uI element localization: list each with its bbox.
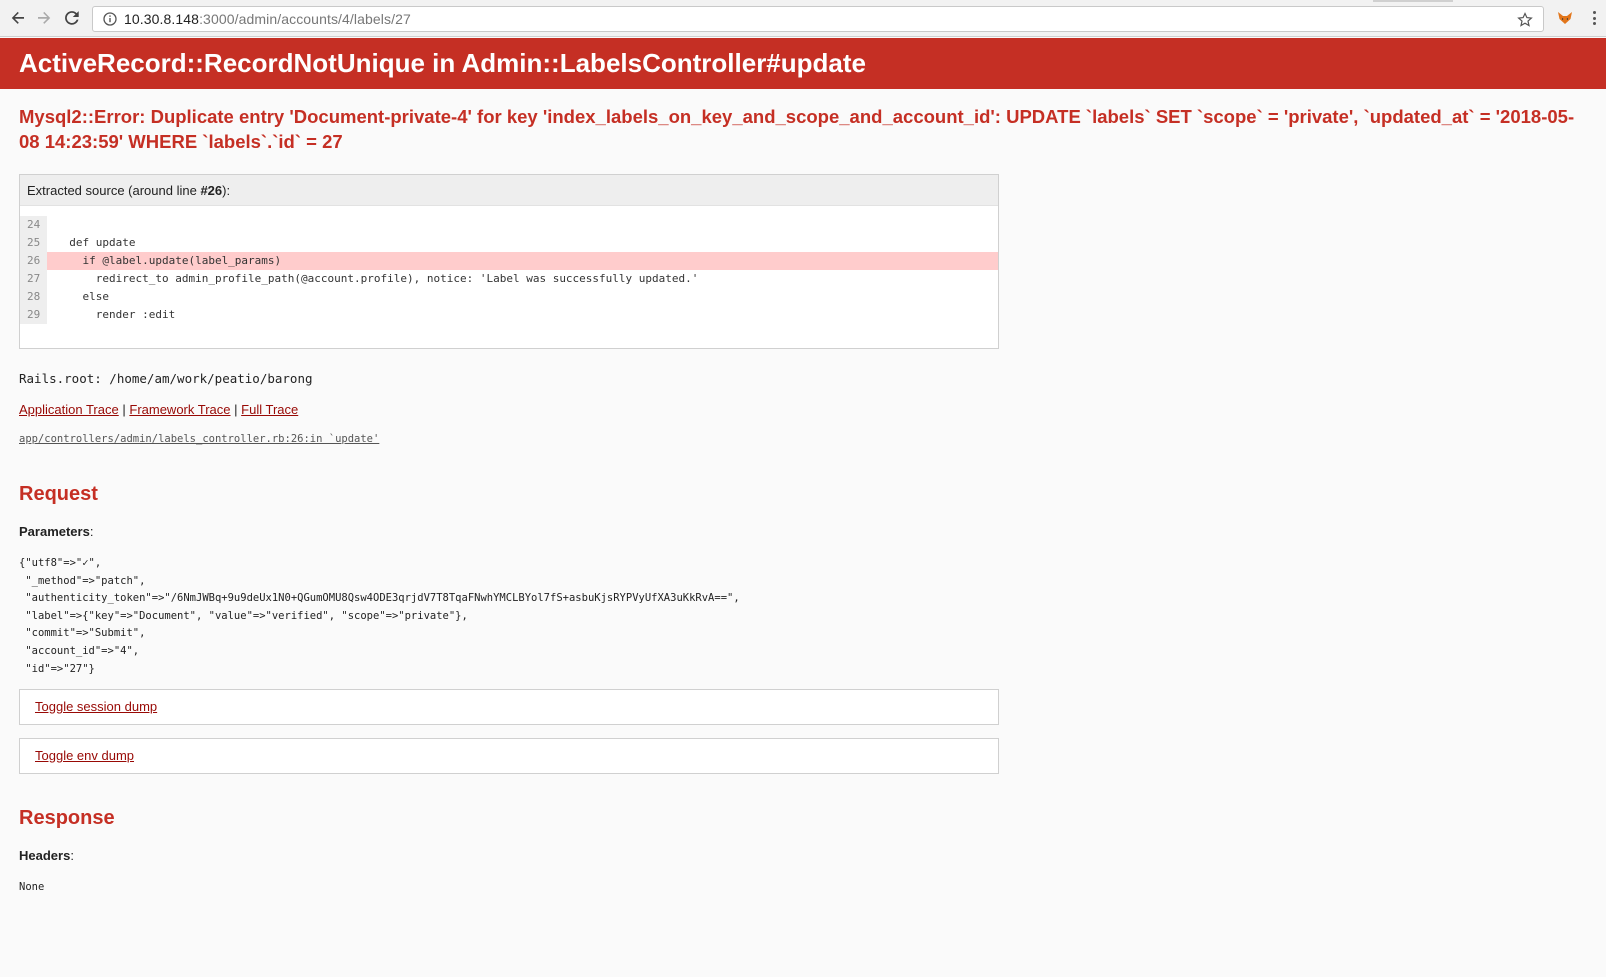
response-heading: Response (19, 807, 115, 830)
headers-value: None (19, 881, 45, 894)
line-number: 26 (20, 252, 47, 270)
browser-menu-icon[interactable] (1590, 9, 1598, 27)
url-text: 10.30.8.148:3000/admin/accounts/4/labels… (124, 11, 411, 27)
fox-extension-icon[interactable] (1556, 9, 1574, 27)
line-number: 24 (20, 216, 47, 234)
forward-icon[interactable] (33, 7, 55, 29)
url-host: 10.30.8.148 (124, 11, 200, 27)
browser-toolbar: 10.30.8.148:3000/admin/accounts/4/labels… (0, 0, 1606, 37)
page-title: ActiveRecord::RecordNotUnique in Admin::… (19, 48, 866, 78)
code-lines: 24 25 def update 26 if @label.update(lab… (20, 216, 998, 324)
line-code: else (56, 290, 109, 303)
source-header: Extracted source (around line #26): (20, 175, 998, 206)
code-line: 28 else (20, 288, 998, 306)
toggle-session-dump-link[interactable]: Toggle session dump (35, 699, 157, 714)
tab-strip-edge (1373, 0, 1453, 2)
source-body: 24 25 def update 26 if @label.update(lab… (20, 206, 998, 348)
headers-label: Headers: (19, 848, 74, 864)
parameters-label: Parameters: (19, 524, 94, 539)
trace-list: app/controllers/admin/labels_controller.… (19, 433, 1599, 445)
url-path: :3000/admin/accounts/4/labels/27 (199, 11, 411, 27)
error-banner: ActiveRecord::RecordNotUnique in Admin::… (0, 38, 1606, 89)
toggle-env-dump-link[interactable]: Toggle env dump (35, 748, 134, 763)
rails-root: Rails.root: /home/am/work/peatio/barong (19, 371, 313, 386)
main-content: Mysql2::Error: Duplicate entry 'Document… (19, 104, 1599, 893)
bookmark-star-icon[interactable] (1515, 10, 1535, 30)
code-line: 27 redirect_to admin_profile_path(@accou… (20, 270, 998, 288)
trace-links: Application Trace | Framework Trace | Fu… (19, 402, 1599, 417)
line-code: def update (56, 236, 136, 249)
source-header-line: #26 (200, 183, 223, 198)
source-header-suffix: ): (222, 183, 231, 198)
code-line: 24 (20, 216, 998, 234)
request-heading: Request (19, 483, 98, 505)
parameters-dump: {"utf8"=>"✓", "_method"=>"patch", "authe… (19, 557, 740, 675)
parameters-label-text: Parameters (19, 524, 90, 539)
code-line: 26 if @label.update(label_params) (20, 252, 998, 270)
line-number: 27 (20, 270, 47, 288)
line-number: 25 (20, 234, 47, 252)
error-message: Mysql2::Error: Duplicate entry 'Document… (19, 106, 1575, 152)
code-line: 25 def update (20, 234, 998, 252)
back-icon[interactable] (7, 7, 29, 29)
extracted-source: Extracted source (around line #26): 24 2… (19, 174, 999, 349)
line-code: render :edit (56, 308, 176, 321)
trace-separator: | (234, 402, 238, 417)
line-number: 29 (20, 306, 47, 324)
application-trace-link[interactable]: Application Trace (19, 402, 119, 417)
framework-trace-link[interactable]: Framework Trace (129, 402, 230, 417)
line-code: if @label.update(label_params) (47, 252, 998, 270)
site-info-icon[interactable] (99, 8, 121, 30)
line-number: 28 (20, 288, 47, 306)
full-trace-link[interactable]: Full Trace (241, 402, 298, 417)
headers-label-text: Headers (19, 848, 71, 864)
env-dump-box: Toggle env dump (19, 738, 999, 775)
code-line: 29 render :edit (20, 306, 998, 324)
session-dump-box: Toggle session dump (19, 689, 999, 726)
trace-frame-link[interactable]: app/controllers/admin/labels_controller.… (19, 433, 379, 445)
source-header-prefix: Extracted source (around line (27, 183, 201, 198)
trace-separator: | (122, 402, 126, 417)
line-code: redirect_to admin_profile_path(@account.… (56, 272, 699, 285)
reload-icon[interactable] (61, 7, 83, 29)
address-bar[interactable]: 10.30.8.148:3000/admin/accounts/4/labels… (92, 6, 1544, 32)
